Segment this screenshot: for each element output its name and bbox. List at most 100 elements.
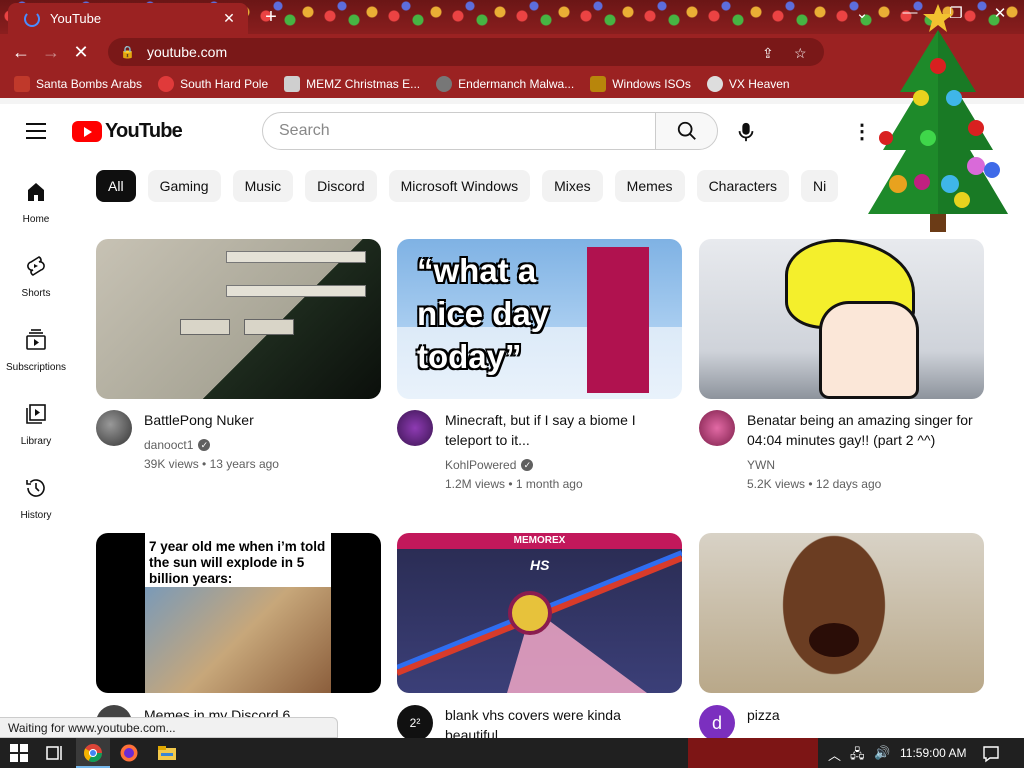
thumbnail-art	[244, 319, 294, 335]
share-icon[interactable]: ⇪	[762, 45, 774, 62]
bookmark-favicon-icon	[436, 76, 453, 92]
search-button[interactable]	[655, 112, 718, 150]
video-thumbnail[interactable]: “what a nice day today”	[397, 239, 682, 399]
library-icon	[26, 404, 46, 424]
video-thumbnail[interactable]: 7 year old me when i’m told the sun will…	[96, 533, 381, 693]
thumbnail-art	[180, 319, 230, 335]
channel-name[interactable]: danooct1	[144, 438, 193, 452]
video-meta: d pizza	[699, 705, 984, 738]
bookmark-item[interactable]: Endermanch Malwa...	[436, 76, 574, 92]
chip-mixes[interactable]: Mixes	[542, 170, 603, 202]
mini-guide-sidebar: Home Shorts Subscriptions Library Histor…	[0, 170, 72, 540]
video-title[interactable]: BattlePong Nuker	[144, 410, 374, 430]
channel-avatar[interactable]: 2²	[397, 705, 433, 738]
task-view-icon[interactable]	[46, 744, 64, 762]
youtube-logo-text: YouTube	[105, 120, 183, 142]
bookmark-favicon-icon	[590, 76, 607, 92]
chip-characters[interactable]: Characters	[696, 170, 790, 202]
network-icon[interactable]: 🖧	[850, 745, 865, 767]
channel-name[interactable]: YWN	[747, 458, 775, 472]
bookmark-label: VX Heaven	[728, 77, 790, 91]
channel-avatar[interactable]	[699, 410, 735, 446]
windows-start-icon[interactable]	[10, 744, 28, 762]
video-title[interactable]: Minecraft, but if I say a biome I telepo…	[445, 410, 675, 450]
bookmark-item[interactable]: South Hard Pole	[158, 76, 268, 92]
video-thumbnail[interactable]	[699, 533, 984, 693]
shorts-icon	[27, 256, 45, 276]
youtube-play-icon	[72, 121, 102, 142]
search-input[interactable]	[279, 122, 639, 140]
volume-icon[interactable]: 🔊	[874, 745, 890, 761]
new-tab-button[interactable]: +	[260, 6, 282, 28]
video-thumbnail[interactable]	[96, 239, 381, 399]
tray-overflow-icon[interactable]: ︿	[828, 745, 841, 764]
youtube-logo[interactable]: YouTube	[72, 120, 183, 143]
sidebar-item-shorts[interactable]: Shorts	[0, 244, 72, 318]
sidebar-item-home[interactable]: Home	[0, 170, 72, 244]
video-stats: 5.2K views • 12 days ago	[747, 477, 882, 491]
menu-hamburger-icon[interactable]	[26, 123, 46, 139]
video-thumbnail[interactable]: MEMOREX HS	[397, 533, 682, 693]
view-count: 39K views	[144, 457, 199, 471]
video-title[interactable]: blank vhs covers were kinda beautiful	[445, 705, 675, 738]
desktop-wallpaper-strip	[688, 738, 818, 768]
address-bar[interactable]: 🔒 youtube.com ⇪ ☆	[108, 38, 824, 66]
voice-search-button[interactable]	[728, 114, 764, 150]
bookmark-favicon-icon	[706, 76, 723, 92]
bookmark-item[interactable]: Santa Bombs Arabs	[14, 76, 142, 92]
sidebar-label: Library	[20, 436, 52, 447]
chip-music[interactable]: Music	[232, 170, 294, 202]
bookmark-label: South Hard Pole	[180, 77, 269, 91]
christmas-tree-overlay	[868, 4, 1008, 232]
tab-youtube[interactable]: YouTube ✕	[8, 3, 248, 34]
video-stats: 1.2M views • 1 month ago	[445, 477, 583, 491]
bookmark-label: MEMZ Christmas E...	[306, 77, 421, 91]
search-box[interactable]	[262, 112, 656, 150]
channel-name-row: danooct1 ✓	[144, 438, 211, 452]
chip-discord[interactable]: Discord	[305, 170, 377, 202]
channel-avatar[interactable]: d	[699, 705, 735, 738]
stop-reload-button[interactable]: ✕	[66, 42, 96, 63]
bookmark-star-icon[interactable]: ☆	[794, 45, 807, 62]
address-url[interactable]: youtube.com	[147, 44, 227, 60]
sidebar-item-library[interactable]: Library	[0, 392, 72, 466]
chip-all[interactable]: All	[96, 170, 136, 202]
thumbnail-art	[397, 550, 682, 693]
tab-close-button[interactable]: ✕	[220, 10, 238, 27]
back-button[interactable]: ←	[6, 42, 36, 63]
sidebar-item-history[interactable]: History	[0, 466, 72, 540]
chip-partial[interactable]: Ni	[801, 170, 839, 202]
channel-name-row: YWN	[747, 458, 775, 472]
chip-memes[interactable]: Memes	[614, 170, 685, 202]
bookmark-label: Windows ISOs	[612, 77, 691, 91]
chip-microsoft-windows[interactable]: Microsoft Windows	[388, 170, 531, 202]
upload-age: 1 month ago	[515, 477, 583, 491]
file-explorer-icon[interactable]	[158, 744, 176, 762]
sidebar-item-subscriptions[interactable]: Subscriptions	[0, 318, 72, 392]
forward-button[interactable]: →	[36, 42, 66, 63]
sidebar-label: Subscriptions	[5, 362, 67, 373]
subscriptions-icon	[26, 329, 46, 350]
video-title[interactable]: Benatar being an amazing singer for 04:0…	[747, 410, 977, 450]
video-title[interactable]: pizza	[747, 705, 977, 725]
thumbnail-art	[769, 533, 899, 693]
bookmark-label: Endermanch Malwa...	[458, 77, 575, 91]
sidebar-label: Shorts	[21, 288, 51, 299]
notification-center-icon[interactable]	[982, 745, 1000, 763]
verified-badge-icon: ✓	[521, 459, 534, 471]
channel-avatar[interactable]	[397, 410, 433, 446]
firefox-icon[interactable]	[120, 744, 138, 762]
taskbar-clock[interactable]: 11:59:00 AM	[900, 746, 967, 760]
chip-gaming[interactable]: Gaming	[147, 170, 221, 202]
thumbnail-art	[226, 251, 366, 263]
taskbar-item-chrome[interactable]	[76, 738, 110, 768]
bookmark-item[interactable]: VX Heaven	[706, 76, 790, 92]
bookmark-favicon-icon	[284, 76, 301, 92]
bookmark-item[interactable]: MEMZ Christmas E...	[284, 76, 420, 92]
video-thumbnail[interactable]	[699, 239, 984, 399]
home-icon	[28, 183, 44, 201]
video-stats: 39K views • 13 years ago	[144, 457, 279, 471]
channel-name[interactable]: KohlPowered	[445, 458, 516, 472]
bookmark-item[interactable]: Windows ISOs	[590, 76, 691, 92]
channel-avatar[interactable]	[96, 410, 132, 446]
